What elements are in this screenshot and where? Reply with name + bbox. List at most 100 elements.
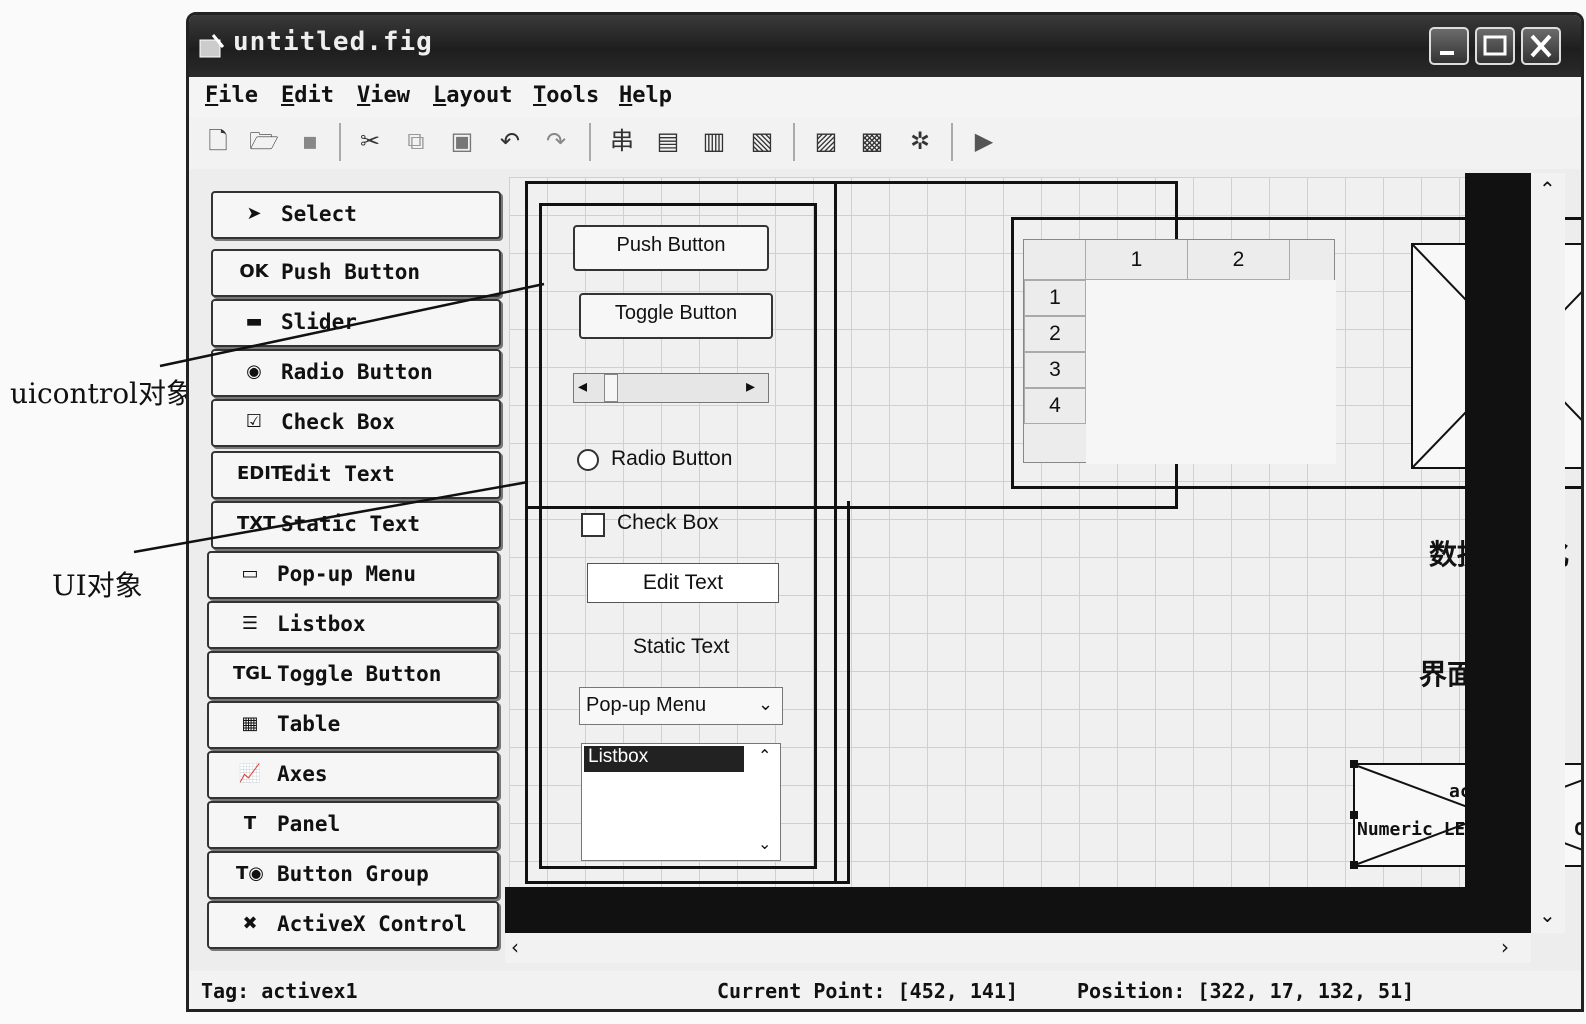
scroll-left-icon[interactable]: ‹ (511, 935, 519, 959)
status-position: Position: [322, 17, 132, 51] (1077, 979, 1415, 1003)
palette-label: Edit Text (281, 462, 395, 486)
run-icon[interactable]: ▶ (969, 125, 999, 157)
window-title: untitled.fig (233, 27, 433, 57)
horizontal-scrollbar[interactable]: ‹ › (505, 933, 1531, 963)
status-current-point: Current Point: [452, 141] (717, 979, 1019, 1003)
scroll-up-icon[interactable]: ⌃ (758, 746, 771, 765)
new-icon[interactable]: 🗋 (203, 125, 233, 157)
redo-icon[interactable]: ↷ (541, 125, 571, 157)
palette-label: Axes (277, 762, 328, 786)
panel-icon: T (243, 813, 257, 834)
toolbar: 🗋 🗁 ▪ ✂ ⧉ ▣ ↶ ↷ 串 ▤ ▥ ▧ ▨ ▩ ✲ ▶ (189, 117, 1581, 169)
minimize-button[interactable] (1429, 27, 1469, 65)
toolbar-editor-icon[interactable]: ▧ (747, 125, 777, 157)
palette-listbox[interactable]: ☰ Listbox (207, 601, 499, 649)
palette-static-text[interactable]: TXT Static Text (211, 501, 501, 549)
checkbox-square-icon (581, 513, 605, 537)
menu-file[interactable]: File (205, 83, 258, 108)
scroll-down-icon[interactable]: ⌄ (1539, 903, 1556, 927)
layout-area[interactable]: Push Button Toggle Button ◂ ▸ Radio Butt… (509, 177, 1581, 887)
palette-label: Toggle Button (277, 662, 442, 686)
palette-button-group[interactable]: T◉ Button Group (207, 851, 499, 899)
radio-circle-icon (577, 449, 599, 471)
canvas-listbox[interactable]: Listbox ⌃ ⌄ (581, 743, 781, 861)
scroll-right-icon[interactable]: › (1501, 935, 1509, 959)
menu-edit[interactable]: Edit (281, 83, 334, 108)
menu-editor-icon[interactable]: ▤ (653, 125, 683, 157)
palette-check-box[interactable]: ☑ Check Box (211, 399, 501, 447)
palette-select[interactable]: ➤ Select (211, 191, 501, 239)
close-button[interactable] (1521, 27, 1561, 65)
canvas-table[interactable]: 1 2 1 2 3 4 (1023, 239, 1336, 464)
table-row-header: 1 (1024, 280, 1086, 316)
toggle-button-icon: TGL (233, 663, 272, 684)
palette-label: Button Group (277, 862, 429, 886)
selection-handle[interactable] (1350, 811, 1358, 819)
save-icon[interactable]: ▪ (295, 125, 325, 157)
palette-table[interactable]: ▦ Table (207, 701, 499, 749)
arrow-icon: ➤ (246, 203, 262, 224)
maximize-button[interactable] (1475, 27, 1515, 65)
title-bar[interactable]: untitled.fig (189, 15, 1581, 77)
selection-handle[interactable] (1350, 760, 1358, 768)
push-button-icon: OK (239, 261, 269, 282)
palette-activex-control[interactable]: ✖ ActiveX Control (207, 901, 499, 949)
slider-right-arrow-icon[interactable]: ▸ (746, 376, 755, 397)
open-icon[interactable]: 🗁 (249, 125, 279, 157)
palette-radio-button[interactable]: ◉ Radio Button (211, 349, 501, 397)
vertical-scrollbar[interactable]: ⌃ ⌄ (1531, 173, 1565, 933)
listbox-selected-item[interactable]: Listbox (584, 746, 744, 772)
menu-help[interactable]: Help (619, 83, 672, 108)
tab-order-icon[interactable]: ▥ (699, 125, 729, 157)
palette-slider[interactable]: ▬ Slider (211, 299, 501, 347)
selection-handle[interactable] (1350, 861, 1358, 869)
mfile-editor-icon[interactable]: ▨ (811, 125, 841, 157)
menu-tools[interactable]: Tools (533, 83, 599, 108)
canvas-toggle-button[interactable]: Toggle Button (579, 293, 773, 339)
edit-text-icon: EDIT (237, 463, 284, 484)
figure-bound-right (1465, 173, 1531, 933)
menu-layout[interactable]: Layout (433, 83, 512, 108)
object-browser-icon[interactable]: ✲ (905, 125, 935, 157)
palette-label: Select (281, 202, 357, 226)
radio-icon: ◉ (246, 361, 262, 382)
table-row-header: 2 (1024, 316, 1086, 352)
align-icon[interactable]: 串 (607, 125, 637, 157)
menu-view[interactable]: View (357, 83, 410, 108)
chevron-down-icon[interactable]: ⌄ (758, 694, 773, 715)
palette-label: Panel (277, 812, 341, 836)
palette-edit-text[interactable]: EDIT Edit Text (211, 451, 501, 499)
slider-left-arrow-icon[interactable]: ◂ (578, 376, 587, 397)
property-inspector-icon[interactable]: ▩ (857, 125, 887, 157)
matlab-figure-icon (199, 33, 225, 59)
annotation-uicontrol: uicontrol对象 (10, 377, 195, 410)
menu-bar: File Edit View Layout Tools Help (189, 77, 1581, 117)
slider-icon: ▬ (245, 311, 263, 332)
table-icon: ▦ (241, 713, 259, 734)
palette-toggle-button[interactable]: TGL Toggle Button (207, 651, 499, 699)
canvas-slider[interactable]: ◂ ▸ (573, 373, 769, 403)
palette-push-button[interactable]: OK Push Button (211, 249, 501, 297)
canvas-edit-text[interactable]: Edit Text (587, 563, 779, 603)
palette-panel[interactable]: T Panel (207, 801, 499, 849)
cut-icon[interactable]: ✂ (355, 125, 385, 157)
guide-window: untitled.fig File Edit View Layout Tools… (186, 12, 1584, 1012)
palette-axes[interactable]: 📈 Axes (207, 751, 499, 799)
palette-pop-up-menu[interactable]: ▭ Pop-up Menu (207, 551, 499, 599)
table-row-header: 3 (1024, 352, 1086, 388)
table-row-header: 4 (1024, 388, 1086, 424)
canvas-push-button[interactable]: Push Button (573, 225, 769, 271)
button-group-icon: T◉ (236, 863, 264, 884)
paste-icon[interactable]: ▣ (447, 125, 477, 157)
copy-icon[interactable]: ⧉ (401, 125, 431, 157)
canvas-static-text: Static Text (633, 635, 730, 658)
palette-label: Static Text (281, 512, 421, 536)
axes-icon: 📈 (238, 763, 262, 784)
scroll-up-icon[interactable]: ⌃ (1539, 177, 1556, 201)
scroll-down-icon[interactable]: ⌄ (758, 834, 771, 853)
undo-icon[interactable]: ↶ (495, 125, 525, 157)
canvas-popup-menu[interactable]: Pop-up Menu ⌄ (579, 687, 783, 725)
palette-label: Check Box (281, 410, 395, 434)
slider-thumb[interactable] (604, 374, 618, 402)
palette-label: Listbox (277, 612, 366, 636)
